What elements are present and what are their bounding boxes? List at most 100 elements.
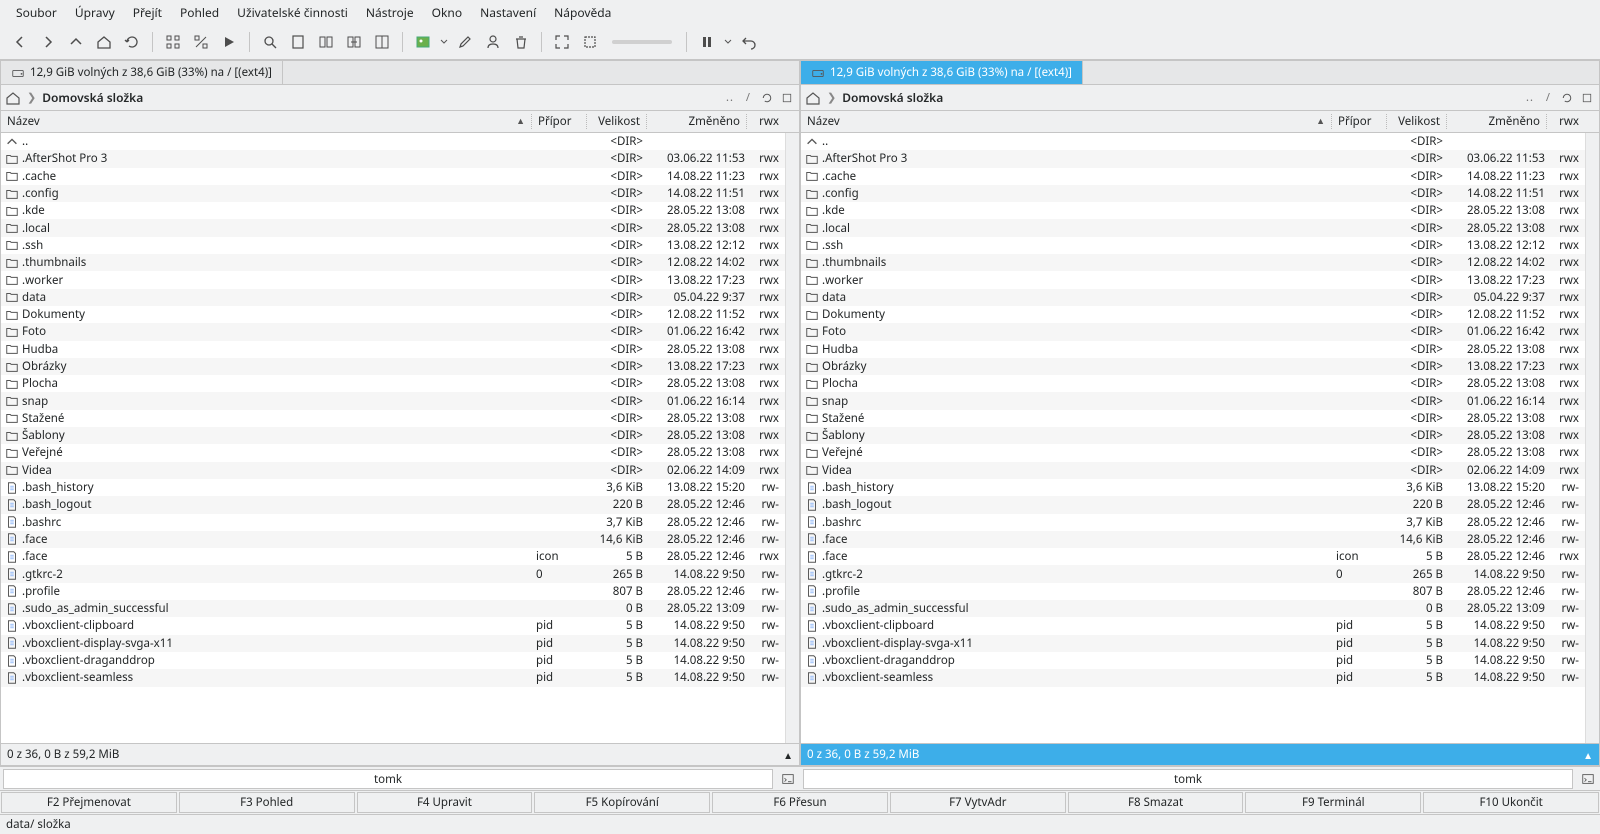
file-row[interactable]: .config<DIR>14.08.22 11:51rwx <box>1 185 785 202</box>
fullscreen-button[interactable] <box>550 30 574 54</box>
refresh-icon[interactable] <box>759 90 775 106</box>
breadcrumb-current[interactable]: Domovská složka <box>42 89 143 106</box>
file-row[interactable]: .kde<DIR>28.05.22 13:08rwx <box>1 202 785 219</box>
user-button[interactable] <box>481 30 505 54</box>
col-date[interactable]: Změněno <box>647 114 747 129</box>
trash-button[interactable] <box>509 30 533 54</box>
file-row[interactable]: .face14,6 KiB28.05.22 12:46rw- <box>801 531 1585 548</box>
run-button[interactable] <box>217 30 241 54</box>
file-row[interactable]: .AfterShot Pro 3<DIR>03.06.22 11:53rwx <box>1 150 785 167</box>
refresh-icon[interactable] <box>1559 90 1575 106</box>
close-icon[interactable] <box>779 90 795 106</box>
file-row[interactable]: Foto<DIR>01.06.22 16:42rwx <box>1 323 785 340</box>
file-row[interactable]: .bash_logout220 B28.05.22 12:46rw- <box>801 496 1585 513</box>
file-row[interactable]: data<DIR>05.04.22 9:37rwx <box>1 289 785 306</box>
file-row[interactable]: .faceicon5 B28.05.22 12:46rwx <box>801 548 1585 565</box>
file-row[interactable]: .config<DIR>14.08.22 11:51rwx <box>801 185 1585 202</box>
file-row[interactable]: .vboxclient-display-svga-x11pid5 B14.08.… <box>801 635 1585 652</box>
menu-okno[interactable]: Okno <box>424 1 470 24</box>
fn-button[interactable]: F5 Kopírování <box>534 792 710 813</box>
file-row[interactable]: .faceicon5 B28.05.22 12:46rwx <box>1 548 785 565</box>
search-button[interactable] <box>258 30 282 54</box>
file-row[interactable]: .vboxclient-display-svga-x11pid5 B14.08.… <box>1 635 785 652</box>
file-list[interactable]: ..<DIR>.AfterShot Pro 3<DIR>03.06.22 11:… <box>801 133 1585 743</box>
file-row[interactable]: .thumbnails<DIR>12.08.22 14:02rwx <box>1 254 785 271</box>
file-row[interactable]: Stažené<DIR>28.05.22 13:08rwx <box>1 410 785 427</box>
breadcrumb-current[interactable]: Domovská složka <box>842 89 943 106</box>
menu-úpravy[interactable]: Úpravy <box>67 1 123 24</box>
file-row[interactable]: Plocha<DIR>28.05.22 13:08rwx <box>801 375 1585 392</box>
command-prompt-left[interactable]: tomk <box>3 769 773 789</box>
file-row[interactable]: snap<DIR>01.06.22 16:14rwx <box>1 392 785 409</box>
fn-button[interactable]: F3 Pohled <box>179 792 355 813</box>
chevron-up-icon[interactable]: ▲ <box>783 748 793 762</box>
terminal-button-left[interactable] <box>776 772 800 786</box>
col-ext[interactable]: Přípor <box>1332 114 1387 129</box>
fit-button[interactable] <box>578 30 602 54</box>
undo-button[interactable] <box>737 30 761 54</box>
menu-uživatelské činnosti[interactable]: Uživatelské činnosti <box>229 1 356 24</box>
menu-nastavení[interactable]: Nastavení <box>472 1 544 24</box>
file-row[interactable]: .local<DIR>28.05.22 13:08rwx <box>1 219 785 236</box>
file-row[interactable]: Foto<DIR>01.06.22 16:42rwx <box>801 323 1585 340</box>
file-row[interactable]: .profile807 B28.05.22 12:46rw- <box>801 583 1585 600</box>
file-row[interactable]: .profile807 B28.05.22 12:46rw- <box>1 583 785 600</box>
file-row[interactable]: Hudba<DIR>28.05.22 13:08rwx <box>1 341 785 358</box>
path-dots[interactable]: .. <box>1522 90 1538 105</box>
file-row[interactable]: Dokumenty<DIR>12.08.22 11:52rwx <box>801 306 1585 323</box>
dropdown-arrow-icon[interactable] <box>723 38 733 46</box>
file-row[interactable]: .vboxclient-clipboardpid5 B14.08.22 9:50… <box>801 617 1585 634</box>
file-row[interactable]: .sudo_as_admin_successful0 B28.05.22 13:… <box>1 600 785 617</box>
back-button[interactable] <box>8 30 32 54</box>
file-row[interactable]: .vboxclient-seamlesspid5 B14.08.22 9:50r… <box>801 669 1585 686</box>
file-row[interactable]: .cache<DIR>14.08.22 11:23rwx <box>1 168 785 185</box>
fn-button[interactable]: F10 Ukončit <box>1423 792 1599 813</box>
file-row[interactable]: Videa<DIR>02.06.22 14:09rwx <box>1 462 785 479</box>
view-button[interactable] <box>286 30 310 54</box>
menu-přejít[interactable]: Přejít <box>125 1 170 24</box>
file-row[interactable]: .thumbnails<DIR>12.08.22 14:02rwx <box>801 254 1585 271</box>
menu-soubor[interactable]: Soubor <box>8 1 65 24</box>
file-row[interactable]: .bashrc3,7 KiB28.05.22 12:46rw- <box>1 514 785 531</box>
fn-button[interactable]: F2 Přejmenovat <box>1 792 177 813</box>
fn-button[interactable]: F6 Přesun <box>712 792 888 813</box>
command-prompt-right[interactable]: tomk <box>803 769 1573 789</box>
file-row[interactable]: Obrázky<DIR>13.08.22 17:23rwx <box>801 358 1585 375</box>
scrollbar[interactable] <box>1585 133 1599 743</box>
chevron-up-icon[interactable]: ▲ <box>1583 748 1593 762</box>
file-row[interactable]: .bash_history3,6 KiB13.08.22 15:20rw- <box>801 479 1585 496</box>
file-row[interactable]: .ssh<DIR>13.08.22 12:12rwx <box>801 237 1585 254</box>
home-button[interactable] <box>92 30 116 54</box>
file-row[interactable]: .worker<DIR>13.08.22 17:23rwx <box>801 271 1585 288</box>
fn-button[interactable]: F8 Smazat <box>1068 792 1244 813</box>
file-row[interactable]: .bashrc3,7 KiB28.05.22 12:46rw- <box>801 514 1585 531</box>
file-row[interactable]: Dokumenty<DIR>12.08.22 11:52rwx <box>1 306 785 323</box>
file-row[interactable]: .sudo_as_admin_successful0 B28.05.22 13:… <box>801 600 1585 617</box>
home-icon[interactable] <box>805 90 821 106</box>
file-row[interactable]: .ssh<DIR>13.08.22 12:12rwx <box>1 237 785 254</box>
reload-button[interactable] <box>120 30 144 54</box>
col-ext[interactable]: Přípor <box>532 114 587 129</box>
swap-panels-button[interactable] <box>342 30 366 54</box>
file-row[interactable]: Videa<DIR>02.06.22 14:09rwx <box>801 462 1585 479</box>
picture-button[interactable] <box>411 30 435 54</box>
file-row[interactable]: .gtkrc-20265 B14.08.22 9:50rw- <box>801 565 1585 582</box>
up-button[interactable] <box>64 30 88 54</box>
file-row[interactable]: .vboxclient-clipboardpid5 B14.08.22 9:50… <box>1 617 785 634</box>
file-row[interactable]: ..<DIR> <box>801 133 1585 150</box>
scrollbar[interactable] <box>785 133 799 743</box>
terminal-button-right[interactable] <box>1576 772 1600 786</box>
panel-tab[interactable]: 12,9 GiB volných z 38,6 GiB (33%) na / [… <box>1 61 283 84</box>
file-row[interactable]: .gtkrc-20265 B14.08.22 9:50rw- <box>1 565 785 582</box>
deselect-button[interactable] <box>189 30 213 54</box>
file-row[interactable]: Šablony<DIR>28.05.22 13:08rwx <box>801 427 1585 444</box>
file-row[interactable]: .AfterShot Pro 3<DIR>03.06.22 11:53rwx <box>801 150 1585 167</box>
file-row[interactable]: .bash_history3,6 KiB13.08.22 15:20rw- <box>1 479 785 496</box>
forward-button[interactable] <box>36 30 60 54</box>
fn-button[interactable]: F7 VytvAdr <box>890 792 1066 813</box>
file-row[interactable]: ..<DIR> <box>1 133 785 150</box>
dropdown-arrow-icon[interactable] <box>439 38 449 46</box>
path-root[interactable]: / <box>742 90 755 105</box>
file-row[interactable]: Hudba<DIR>28.05.22 13:08rwx <box>801 341 1585 358</box>
home-icon[interactable] <box>5 90 21 106</box>
